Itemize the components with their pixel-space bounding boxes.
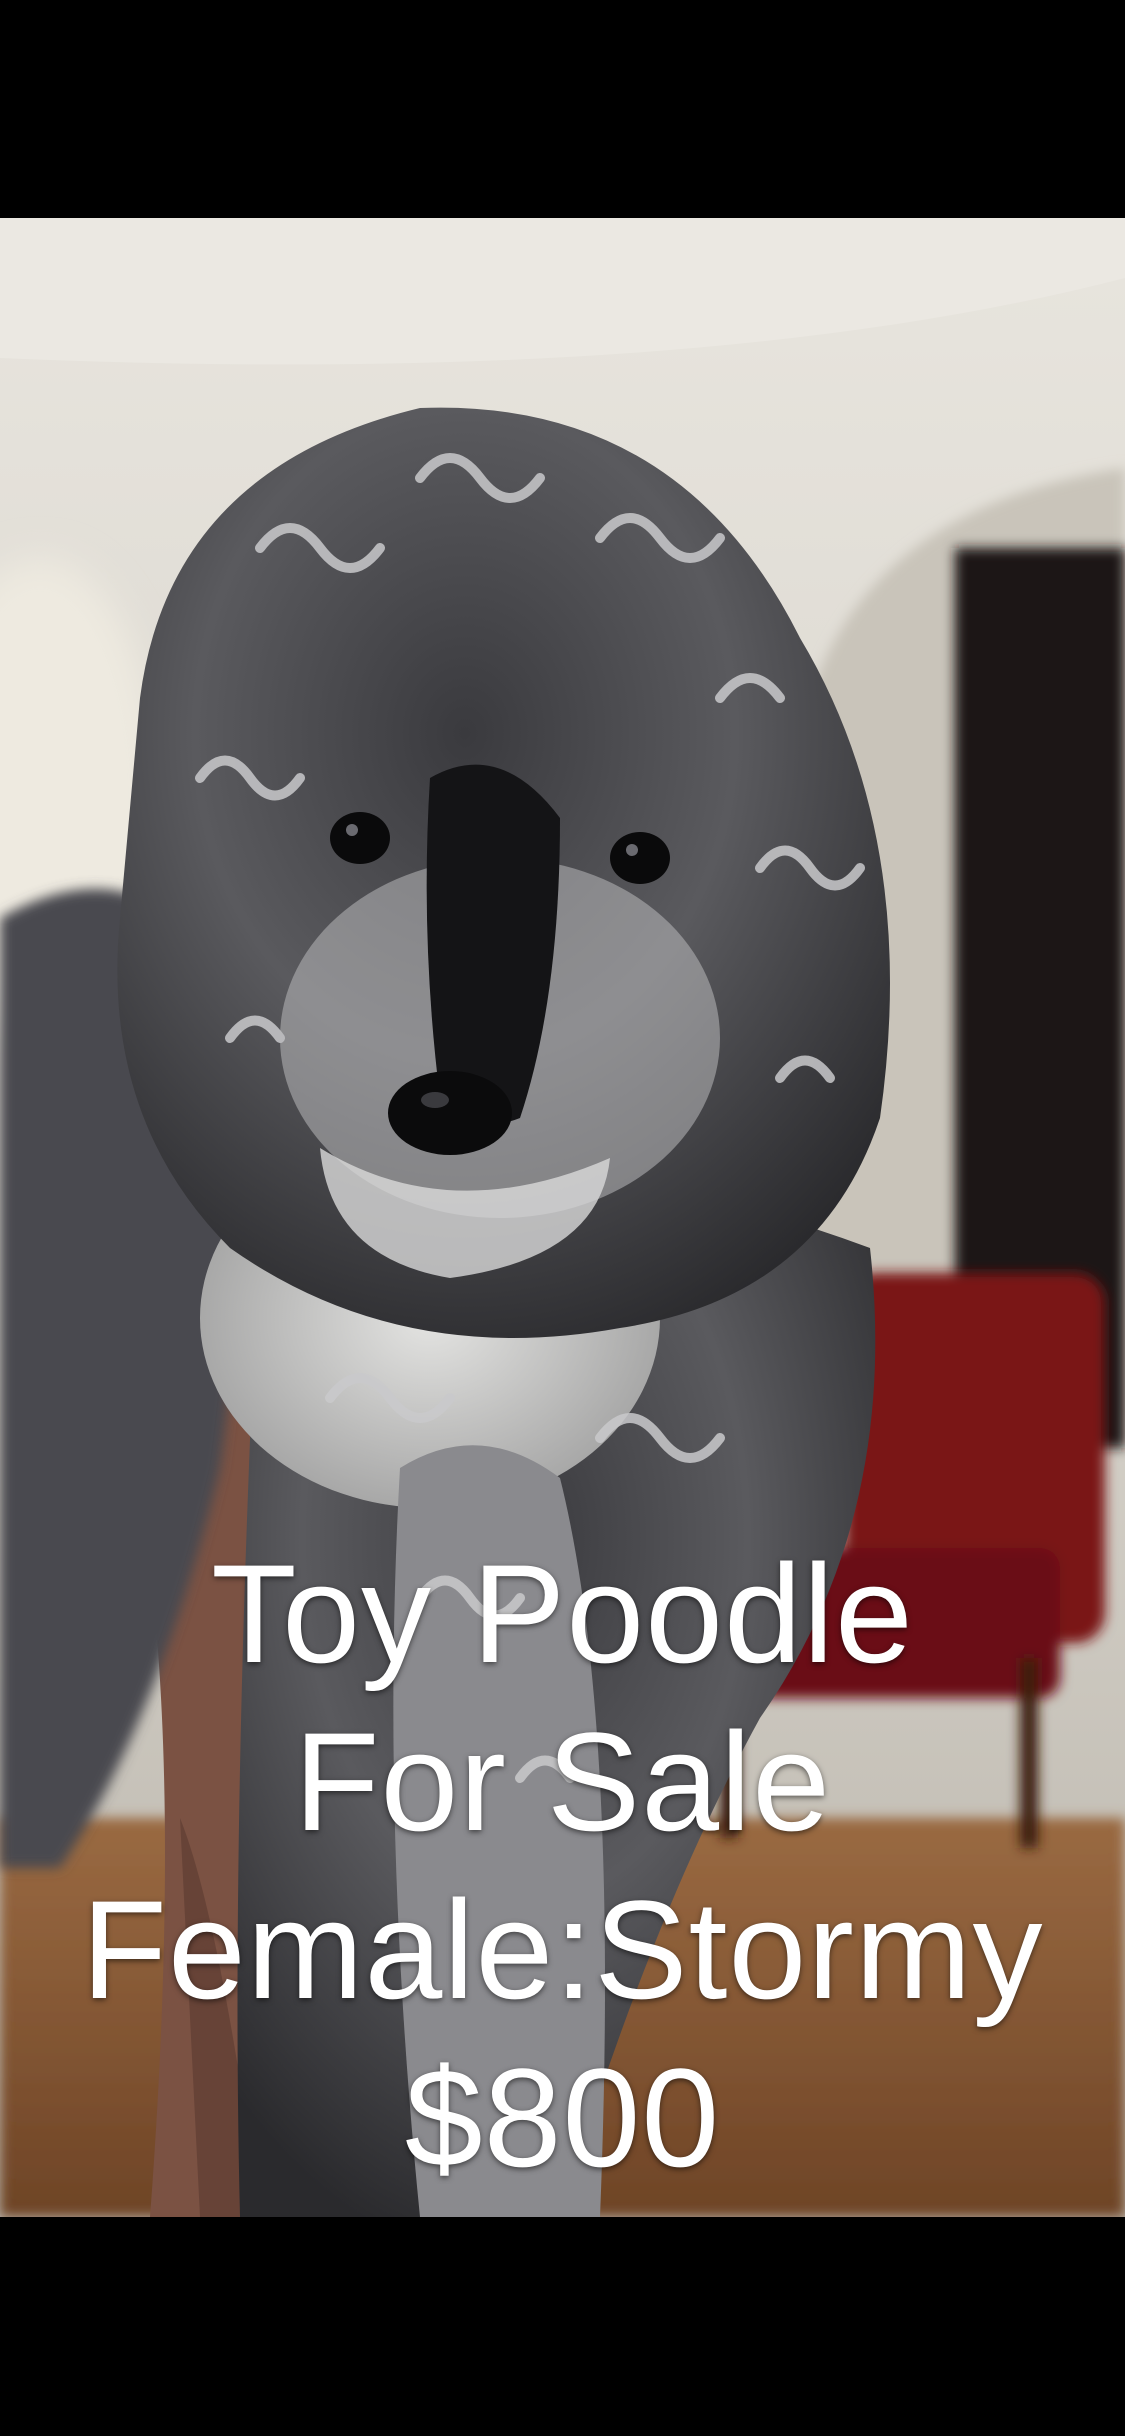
puppy-photo-illustration — [0, 218, 1125, 2217]
puppy-photo — [0, 218, 1125, 2217]
left-eye — [330, 812, 390, 864]
screen: Toy Poodle For Sale Female:Stormy $800 — [0, 0, 1125, 2436]
top-letterbox — [0, 0, 1125, 218]
nose — [388, 1071, 512, 1155]
bottom-letterbox — [0, 2217, 1125, 2436]
right-eye — [610, 832, 670, 884]
